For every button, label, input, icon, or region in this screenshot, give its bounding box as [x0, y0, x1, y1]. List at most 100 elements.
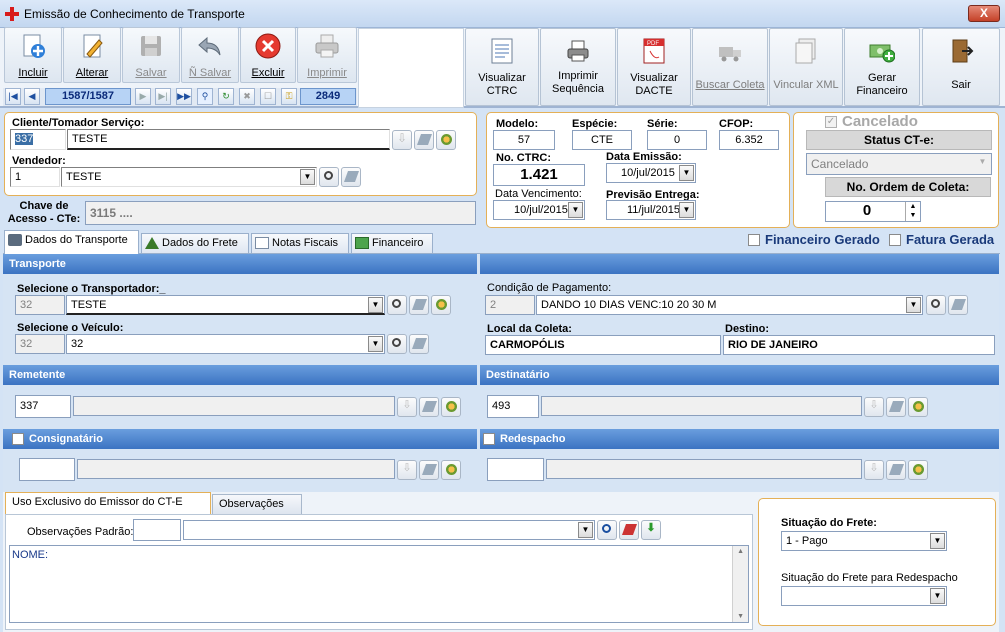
arrow-down-icon[interactable]: ⇩ — [397, 397, 417, 417]
refresh-icon[interactable]: ↻ — [218, 88, 234, 105]
sair-button[interactable]: Sair — [922, 28, 1000, 106]
data-venc-picker[interactable]: 10/jul/2015 ▼ — [493, 200, 585, 220]
spinner-icon[interactable]: ▲ ▼ — [905, 202, 920, 221]
obs-padrao-code-input[interactable] — [133, 519, 181, 541]
eraser-icon[interactable] — [419, 397, 439, 417]
redespacho-name-field[interactable] — [546, 459, 862, 479]
search-icon[interactable]: ⚲ — [197, 88, 213, 105]
modelo-field[interactable]: 57 — [493, 130, 555, 150]
serie-field[interactable]: 0 — [647, 130, 707, 150]
users-icon[interactable] — [436, 130, 456, 150]
eraser-icon[interactable] — [419, 460, 439, 480]
observacoes-textarea[interactable]: NOME: ▲ ▼ — [9, 545, 749, 623]
search-icon[interactable] — [597, 520, 617, 540]
fatura-gerada-checkbox[interactable] — [889, 234, 901, 246]
imprimir-button[interactable]: Imprimir — [297, 27, 357, 83]
chevron-down-icon[interactable]: ▼ — [578, 522, 593, 538]
financeiro-gerado-checkbox[interactable] — [748, 234, 760, 246]
incluir-button[interactable]: Incluir — [4, 27, 62, 83]
users-icon[interactable] — [431, 295, 451, 315]
excluir-button[interactable]: Excluir — [240, 27, 296, 83]
chevron-down-icon[interactable]: ▼ — [679, 202, 694, 218]
first-record-button[interactable]: |◀ — [5, 88, 21, 105]
veiculo-select[interactable]: 32 ▼ — [66, 334, 385, 354]
search-icon[interactable] — [319, 167, 339, 187]
search-icon[interactable] — [926, 295, 946, 315]
condicao-code-input[interactable]: 2 — [485, 295, 535, 315]
visualizar-ctrc-button[interactable]: Visualizar CTRC — [465, 28, 539, 106]
users-icon[interactable] — [908, 460, 928, 480]
cancel-edit-icon[interactable]: ✖ — [239, 88, 255, 105]
eraser-icon[interactable] — [948, 295, 968, 315]
veiculo-code-input[interactable]: 32 — [15, 334, 65, 354]
next-record-button[interactable]: ▶ — [135, 88, 151, 105]
consignatario-checkbox[interactable] — [12, 433, 24, 445]
insert-down-icon[interactable]: ⬇ — [641, 520, 661, 540]
tab-notas-fiscais[interactable]: Notas Fiscais — [251, 233, 349, 253]
eraser-icon[interactable] — [409, 334, 429, 354]
scrollbar[interactable] — [732, 546, 748, 622]
destino-field[interactable]: RIO DE JANEIRO — [723, 335, 995, 355]
obs-padrao-select[interactable]: ▼ — [183, 520, 595, 540]
arrow-down-icon[interactable]: ⇩ — [397, 460, 417, 480]
destinatario-name-field[interactable] — [541, 396, 862, 416]
vendedor-select[interactable]: TESTE ▼ — [61, 167, 317, 187]
arrow-down-icon[interactable]: ⇩ — [864, 460, 884, 480]
vincular-xml-button[interactable]: Vincular XML — [769, 28, 843, 106]
transportador-code-input[interactable]: 32 — [15, 295, 65, 315]
tab-financeiro[interactable]: Financeiro — [351, 233, 433, 253]
scroll-up-icon[interactable]: ▲ — [737, 548, 744, 555]
last-record-button[interactable]: ▶| — [155, 88, 171, 105]
eraser-icon[interactable] — [619, 520, 639, 540]
users-icon[interactable] — [441, 460, 461, 480]
key-icon[interactable]: ⚿ — [281, 88, 297, 105]
chevron-down-icon[interactable]: ▼ — [568, 202, 583, 218]
alterar-button[interactable]: Alterar — [63, 27, 121, 83]
chevron-down-icon[interactable]: ▼ — [368, 336, 383, 352]
gerar-financeiro-button[interactable]: Gerar Financeiro — [844, 28, 920, 106]
vendedor-code-input[interactable]: 1 — [10, 167, 60, 187]
remetente-name-field[interactable] — [73, 396, 395, 416]
chevron-down-icon[interactable]: ▼ — [930, 533, 945, 549]
previsao-picker[interactable]: 11/jul/2015 ▼ — [606, 200, 696, 220]
transportador-select[interactable]: TESTE ▼ — [66, 295, 385, 315]
chevron-down-icon[interactable]: ▼ — [930, 588, 945, 604]
data-emissao-picker[interactable]: 10/jul/2015 ▼ — [606, 163, 696, 183]
chevron-down-icon[interactable]: ▼ — [368, 297, 383, 313]
cliente-code-input[interactable]: 337 — [10, 129, 66, 150]
arrow-down-icon[interactable]: ⇩ — [392, 130, 412, 150]
status-select[interactable]: Cancelado ▼ — [806, 153, 992, 175]
ctrc-field[interactable]: 1.421 — [493, 164, 585, 186]
scroll-down-icon[interactable]: ▼ — [737, 613, 744, 620]
buscar-coleta-button[interactable]: Buscar Coleta — [692, 28, 768, 106]
arrow-down-icon[interactable]: ⇩ — [864, 397, 884, 417]
prev-record-button[interactable]: ◀ — [24, 88, 40, 105]
fast-forward-button[interactable]: ▶▶ — [176, 88, 192, 105]
redespacho-code-input[interactable] — [487, 458, 544, 481]
imprimir-sequencia-button[interactable]: Imprimir Sequência — [540, 28, 616, 106]
cfop-field[interactable]: 6.352 — [719, 130, 779, 150]
eraser-icon[interactable] — [886, 397, 906, 417]
chave-acesso-field[interactable]: 3115 .... — [85, 201, 476, 225]
users-icon[interactable] — [441, 397, 461, 417]
local-coleta-field[interactable]: CARMOPÓLIS — [485, 335, 721, 355]
visualizar-dacte-button[interactable]: PDF Visualizar DACTE — [617, 28, 691, 106]
tab-uso-emissor[interactable]: Uso Exclusivo do Emissor do CT-E — [5, 492, 211, 515]
eraser-icon[interactable] — [341, 167, 361, 187]
consignatario-code-input[interactable] — [19, 458, 75, 481]
nao-salvar-button[interactable]: Ñ Salvar — [181, 27, 239, 83]
situacao-frete-select[interactable]: 1 - Pago ▼ — [781, 531, 947, 551]
eraser-icon[interactable] — [886, 460, 906, 480]
redespacho-checkbox[interactable] — [483, 433, 495, 445]
search-icon[interactable] — [387, 334, 407, 354]
remetente-code-input[interactable]: 337 — [15, 395, 71, 418]
tab-dados-transporte[interactable]: Dados do Transporte — [4, 230, 139, 254]
chevron-down-icon[interactable]: ▼ — [300, 169, 315, 185]
situacao-redespacho-select[interactable]: ▼ — [781, 586, 947, 606]
consignatario-name-field[interactable] — [77, 459, 395, 479]
eraser-icon[interactable] — [409, 295, 429, 315]
eraser-icon[interactable] — [414, 130, 434, 150]
condicao-select[interactable]: DANDO 10 DIAS VENC:10 20 30 M ▼ — [536, 295, 923, 315]
cancelado-checkbox[interactable]: ✓ — [825, 116, 837, 128]
chevron-down-icon[interactable]: ▼ — [906, 297, 921, 313]
